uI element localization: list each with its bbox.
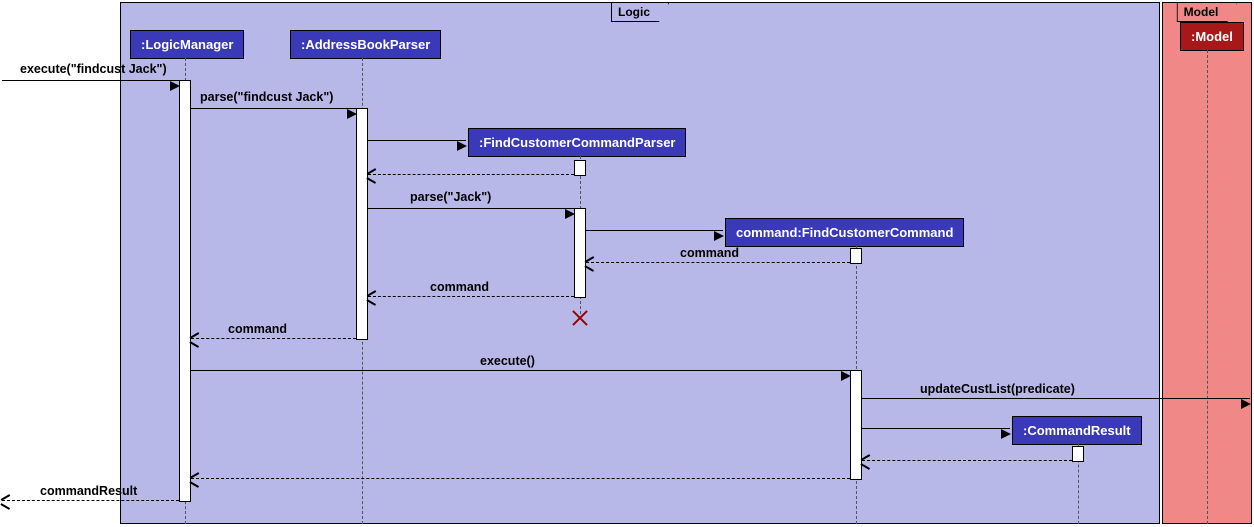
lifeline-findcustomercommandparser: :FindCustomerCommandParser bbox=[468, 128, 686, 157]
lifeline-addressbookparser: :AddressBookParser bbox=[290, 30, 441, 59]
activation-commandresult bbox=[1072, 446, 1084, 462]
arrow-return-command-2 bbox=[368, 296, 574, 297]
arrow-create-findparser bbox=[368, 140, 466, 141]
lifeline-line-model bbox=[1207, 50, 1208, 524]
arrow-execute-in bbox=[2, 80, 179, 81]
msg-return-command-1: command bbox=[680, 246, 739, 260]
destroy-findparser bbox=[570, 308, 590, 328]
msg-execute-in: execute("findcust Jack") bbox=[20, 62, 167, 76]
arrow-updatecustlist bbox=[862, 398, 1250, 399]
frame-logic-text: Logic bbox=[618, 5, 650, 19]
activation-findparser-2 bbox=[574, 208, 586, 298]
msg-parse-jack: parse("Jack") bbox=[410, 190, 491, 204]
frame-model-text: Model bbox=[1184, 5, 1219, 19]
arrow-create-commandresult bbox=[862, 428, 1010, 429]
arrow-return-findparser-ctor bbox=[368, 174, 574, 175]
lifeline-logicmanager: :LogicManager bbox=[130, 30, 244, 59]
msg-updatecustlist: updateCustList(predicate) bbox=[920, 382, 1075, 396]
arrow-return-to-lm bbox=[191, 478, 850, 479]
lifeline-commandresult: :CommandResult bbox=[1012, 416, 1142, 445]
arrow-create-findcommand bbox=[586, 230, 723, 231]
arrow-parse-findcust bbox=[191, 108, 356, 109]
arrow-execute-cmd bbox=[191, 370, 850, 371]
frame-logic: Logic bbox=[120, 2, 1160, 524]
msg-return-command-3: command bbox=[228, 322, 287, 336]
msg-commandresult-out: commandResult bbox=[40, 484, 137, 498]
frame-logic-label: Logic bbox=[611, 3, 669, 22]
arrow-commandresult-out bbox=[2, 500, 179, 501]
arrow-return-commandresult bbox=[862, 460, 1072, 461]
lifeline-findcustomercommand: command:FindCustomerCommand bbox=[725, 218, 964, 247]
arrow-return-command-1 bbox=[586, 262, 850, 263]
lifeline-model: :Model bbox=[1180, 22, 1244, 51]
msg-execute-cmd: execute() bbox=[480, 354, 535, 368]
activation-findparser-1 bbox=[574, 160, 586, 176]
msg-return-command-2: command bbox=[430, 280, 489, 294]
activation-findcommand-1 bbox=[850, 248, 862, 264]
arrow-parse-jack bbox=[368, 208, 574, 209]
msg-parse-findcust: parse("findcust Jack") bbox=[200, 90, 333, 104]
frame-model-label: Model bbox=[1177, 3, 1238, 22]
arrow-return-command-3 bbox=[191, 338, 356, 339]
activation-logicmanager bbox=[179, 80, 191, 502]
